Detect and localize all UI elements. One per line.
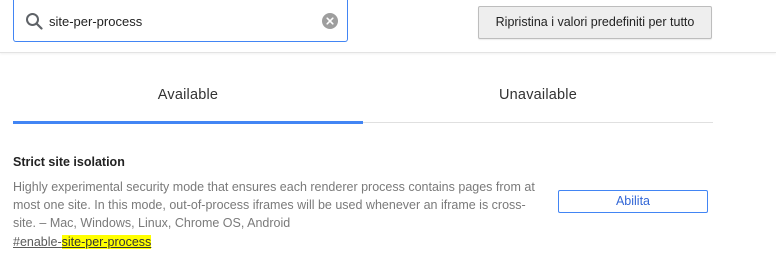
search-icon [26,13,43,30]
tab-available[interactable]: Available [13,67,363,124]
search-box[interactable] [13,0,348,42]
tab-selected-indicator [13,121,363,124]
tab-bar: Available Unavailable [13,67,713,124]
experiment-item: Strict site isolation Highly experimenta… [13,154,713,250]
clear-icon[interactable] [322,13,338,29]
experiment-permalink[interactable]: #enable-site-per-process [13,234,713,250]
header-bar: Ripristina i valori predefiniti per tutt… [0,0,776,53]
experiment-description: Highly experimental security mode that e… [13,180,535,230]
reset-all-button[interactable]: Ripristina i valori predefiniti per tutt… [478,6,712,39]
permalink-search-match[interactable]: site-per-process [61,235,152,249]
tab-available-label: Available [157,87,219,103]
search-input[interactable] [49,11,319,31]
flags-page: Ripristina i valori predefiniti per tutt… [0,0,776,267]
experiment-title: Strict site isolation [13,155,125,169]
tab-unavailable-label: Unavailable [499,87,577,103]
permalink-prefix[interactable]: #enable- [13,235,62,249]
tab-unavailable[interactable]: Unavailable [363,67,713,122]
experiment-enable-select[interactable]: Abilita [558,190,708,213]
